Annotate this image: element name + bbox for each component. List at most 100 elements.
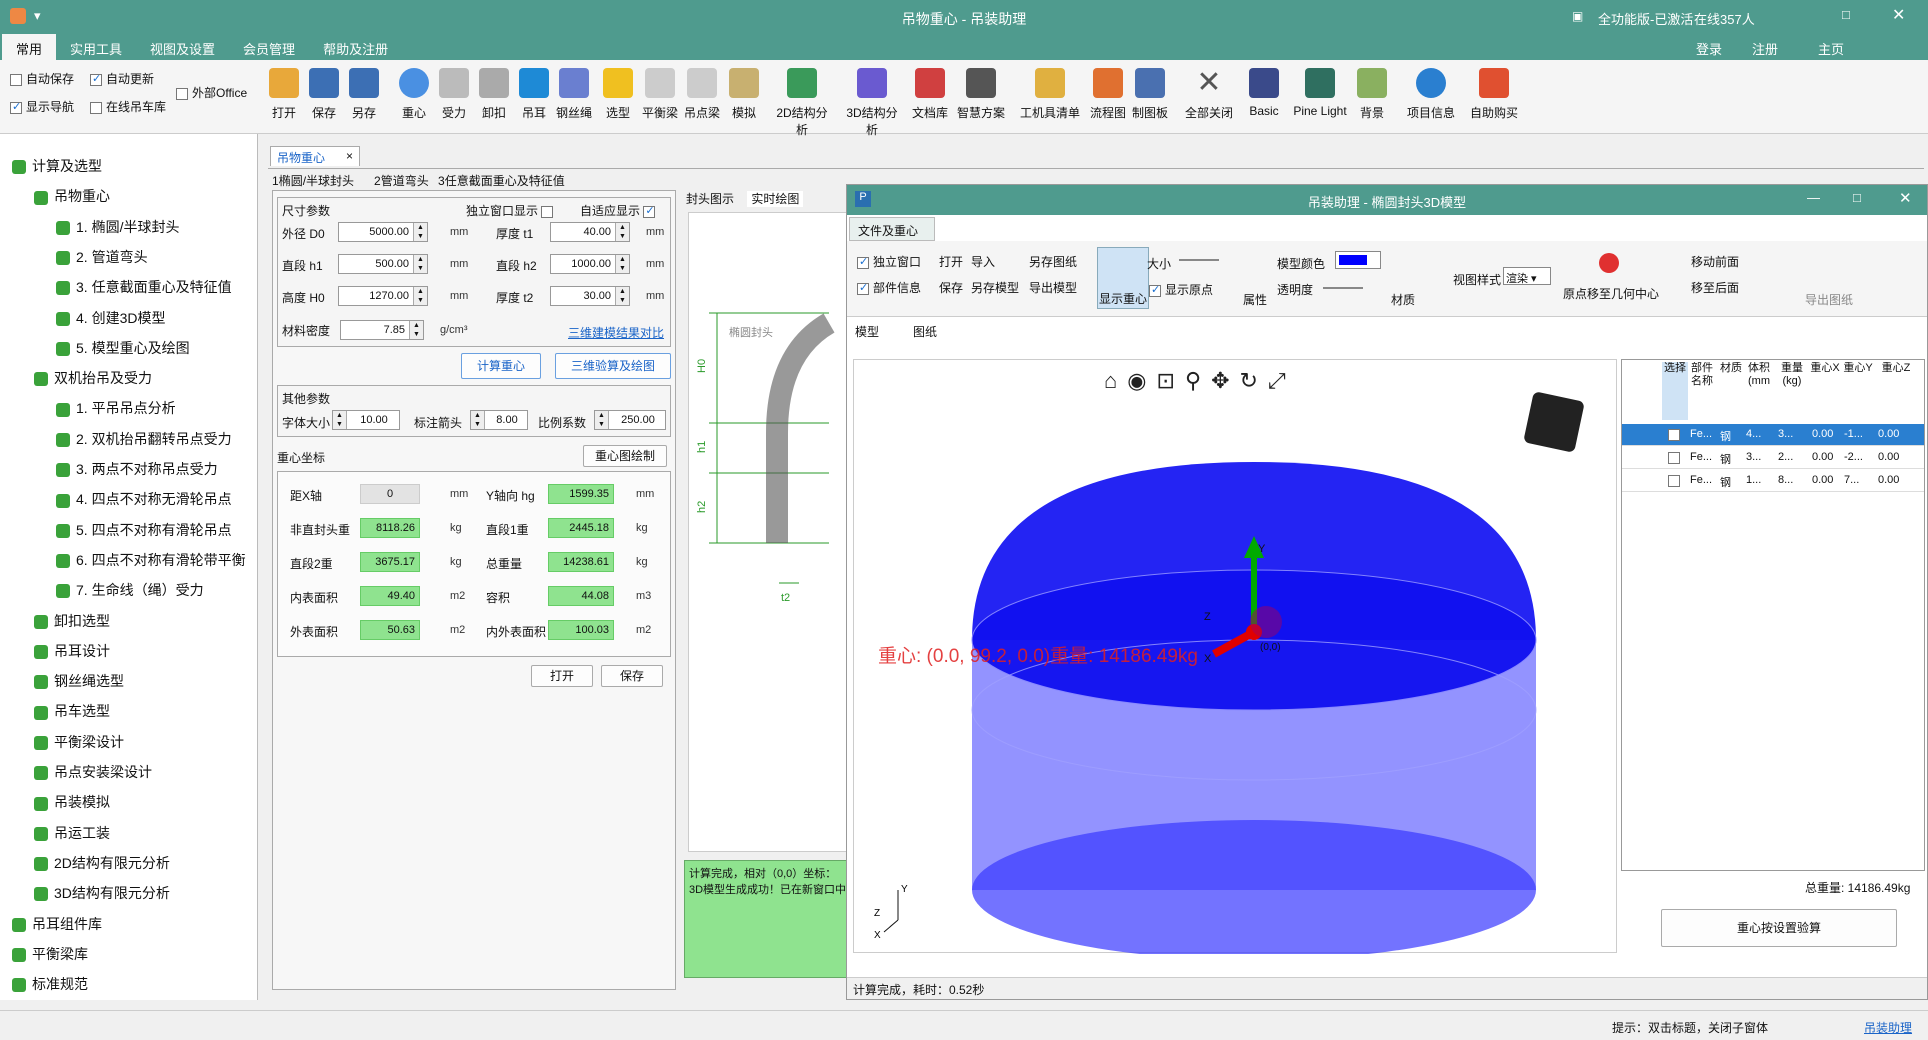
save-as-drawing-button[interactable]: 另存图纸 bbox=[1029, 253, 1077, 270]
tree-item[interactable]: 6. 四点不对称有滑轮带平衡 bbox=[56, 550, 246, 570]
cg-button[interactable]: 重心 bbox=[392, 68, 436, 121]
home-link[interactable]: 主页 bbox=[1818, 39, 1844, 58]
font-size-input[interactable]: ▲ ▼ 10.00 bbox=[332, 410, 400, 430]
login-link[interactable]: 登录 bbox=[1696, 39, 1722, 58]
background-button[interactable]: 背景 bbox=[1350, 68, 1394, 121]
brand-link[interactable]: 吊装助理 bbox=[1864, 1019, 1912, 1036]
menu-common[interactable]: 常用 bbox=[2, 34, 57, 63]
minimize-icon[interactable]: — bbox=[1807, 190, 1820, 205]
menu-help[interactable]: 帮助及注册 bbox=[309, 34, 402, 63]
export-drawing-button[interactable]: 导出图纸 bbox=[1805, 291, 1853, 308]
value-field[interactable]: 5000.00 ▲ ▼ bbox=[338, 222, 428, 242]
tree-item[interactable]: 卸扣选型 bbox=[34, 611, 110, 631]
select-button[interactable]: 选型 bbox=[596, 68, 640, 121]
sub-tab-section[interactable]: 3任意截面重心及特征值 bbox=[438, 172, 565, 189]
model-save-button[interactable]: 保存 bbox=[939, 279, 963, 296]
verify-3d-button[interactable]: 三维验算及绘图 bbox=[555, 353, 671, 379]
theme-pine-light-button[interactable]: Pine Light bbox=[1290, 68, 1350, 118]
adaptive-option[interactable]: 自适应显示 bbox=[580, 202, 659, 219]
table-row[interactable]: Fe... 钢 3... 2... 0.00 -2... 0.00 bbox=[1622, 447, 1924, 469]
open-file-button[interactable]: 打开 bbox=[531, 665, 593, 687]
tree-item[interactable]: 平衡梁设计 bbox=[34, 732, 124, 752]
table-row[interactable]: Fe... 钢 1... 8... 0.00 7... 0.00 bbox=[1622, 470, 1924, 492]
tree-item[interactable]: 吊装模拟 bbox=[34, 792, 110, 812]
row-checkbox[interactable] bbox=[1668, 452, 1680, 464]
online-crane-option[interactable]: 在线吊车库 bbox=[90, 98, 166, 115]
size-slider[interactable] bbox=[1179, 259, 1219, 261]
model-open-button[interactable]: 打开 bbox=[939, 253, 963, 270]
save-button[interactable]: 保存 bbox=[302, 68, 346, 121]
tree-item[interactable]: 吊车选型 bbox=[34, 701, 110, 721]
sub-tab-elbow[interactable]: 2管道弯头 bbox=[374, 172, 429, 189]
value-field[interactable]: 40.00 ▲ ▼ bbox=[550, 222, 630, 242]
arrow-input[interactable]: ▲ ▼ 8.00 bbox=[470, 410, 528, 430]
project-info-button[interactable]: 项目信息 bbox=[1404, 68, 1458, 121]
verify-by-settings-button[interactable]: 重心按设置验算 bbox=[1661, 909, 1897, 947]
close-icon[interactable]: ✕ bbox=[1892, 5, 1905, 25]
tree-item[interactable]: 1. 平吊吊点分析 bbox=[56, 398, 176, 418]
sub-tab-ellipse[interactable]: 1椭圆/半球封头 bbox=[272, 172, 354, 189]
row-checkbox[interactable] bbox=[1668, 429, 1680, 441]
tree-item[interactable]: 7. 生命线（绳）受力 bbox=[56, 580, 204, 600]
origin-move-button[interactable]: 原点移至几何中心 bbox=[1563, 285, 1659, 302]
tree-item[interactable]: 计算及选型 bbox=[12, 156, 102, 176]
model-viewport[interactable]: ⌂◉⊡⚲✥↻⤢ Y Z X (0,0) 重心: (0.0, 99.2, 0.0)… bbox=[853, 359, 1617, 954]
flowchart-button[interactable]: 流程图 bbox=[1086, 68, 1130, 121]
tool-list-button[interactable]: 工机具清单 bbox=[1020, 68, 1080, 121]
tree-item[interactable]: 吊物重心 bbox=[34, 186, 110, 206]
tree-item[interactable]: 吊耳组件库 bbox=[12, 914, 102, 934]
smart-plan-button[interactable]: 智慧方案 bbox=[954, 68, 1008, 121]
tree-item[interactable]: 标准规范 bbox=[12, 974, 88, 994]
part-info-option[interactable]: 部件信息 bbox=[857, 279, 921, 296]
value-field[interactable]: 1000.00 ▲ ▼ bbox=[550, 254, 630, 274]
show-nav-option[interactable]: 显示导航 bbox=[10, 98, 74, 115]
lug-button[interactable]: 吊耳 bbox=[512, 68, 556, 121]
cg-draw-button[interactable]: 重心图绘制 bbox=[583, 445, 667, 467]
tree-item[interactable]: 5. 模型重心及绘图 bbox=[56, 338, 190, 358]
tree-item[interactable]: 钢丝绳选型 bbox=[34, 671, 124, 691]
tree-item[interactable]: 吊点安装梁设计 bbox=[34, 762, 152, 782]
wire-rope-button[interactable]: 钢丝绳 bbox=[552, 68, 596, 121]
show-origin-option[interactable]: 显示原点 bbox=[1149, 281, 1213, 298]
table-header[interactable]: 体积(mm bbox=[1744, 362, 1774, 420]
open-button[interactable]: 打开 bbox=[262, 68, 306, 121]
indep-window-option[interactable]: 独立窗口显示 bbox=[466, 202, 557, 219]
tree-item[interactable]: 2D结构有限元分析 bbox=[34, 853, 170, 873]
table-header[interactable]: 重心Z bbox=[1876, 362, 1916, 420]
tree-item[interactable]: 3. 两点不对称吊点受力 bbox=[56, 459, 218, 479]
move-front-button[interactable]: 移动前面 bbox=[1691, 253, 1739, 270]
3d-analysis-button[interactable]: 3D结构分析 bbox=[842, 68, 902, 138]
show-cg-button[interactable]: 显示重心 bbox=[1097, 247, 1149, 309]
save-model-button[interactable]: 另存模型 bbox=[971, 279, 1019, 296]
spinner[interactable]: ▲ ▼ bbox=[413, 255, 427, 273]
table-header[interactable]: 选择 bbox=[1662, 362, 1688, 420]
menu-tools[interactable]: 实用工具 bbox=[56, 34, 136, 63]
tree-item[interactable]: 2. 管道弯头 bbox=[56, 247, 148, 267]
doc-tab[interactable]: 吊物重心 × bbox=[270, 146, 360, 166]
value-field[interactable]: 30.00 ▲ ▼ bbox=[550, 286, 630, 306]
save-file-button[interactable]: 保存 bbox=[601, 665, 663, 687]
close-icon[interactable]: ✕ bbox=[1899, 189, 1912, 207]
shackle-button[interactable]: 卸扣 bbox=[472, 68, 516, 121]
maximize-icon[interactable]: □ bbox=[1842, 7, 1850, 22]
density-input[interactable]: 7.85 ▲ ▼ bbox=[340, 320, 424, 340]
balance-beam-button[interactable]: 平衡梁 bbox=[638, 68, 682, 121]
tree-item[interactable]: 4. 四点不对称无滑轮吊点 bbox=[56, 489, 232, 509]
external-office-option[interactable]: 外部Office bbox=[176, 84, 247, 101]
indep-window-option[interactable]: 独立窗口 bbox=[857, 253, 921, 270]
table-header[interactable]: 重心X bbox=[1810, 362, 1840, 420]
maximize-icon[interactable]: □ bbox=[1853, 190, 1861, 205]
transparency-slider[interactable] bbox=[1323, 287, 1363, 289]
spinner[interactable]: ▲ ▼ bbox=[615, 223, 629, 241]
material-button[interactable]: 材质 bbox=[1391, 291, 1415, 308]
tree-item[interactable]: 1. 椭圆/半球封头 bbox=[56, 217, 179, 237]
simulate-button[interactable]: 模拟 bbox=[722, 68, 766, 121]
color-picker[interactable] bbox=[1335, 251, 1381, 269]
export-model-button[interactable]: 导出模型 bbox=[1029, 279, 1077, 296]
tree-item[interactable]: 吊耳设计 bbox=[34, 641, 110, 661]
theme-basic-button[interactable]: Basic bbox=[1242, 68, 1286, 118]
close-all-button[interactable]: ✕ 全部关闭 bbox=[1182, 68, 1236, 121]
tree-item[interactable]: 2. 双机抬吊翻转吊点受力 bbox=[56, 429, 232, 449]
tree-item[interactable]: 双机抬吊及受力 bbox=[34, 368, 152, 388]
register-link[interactable]: 注册 bbox=[1752, 39, 1778, 58]
